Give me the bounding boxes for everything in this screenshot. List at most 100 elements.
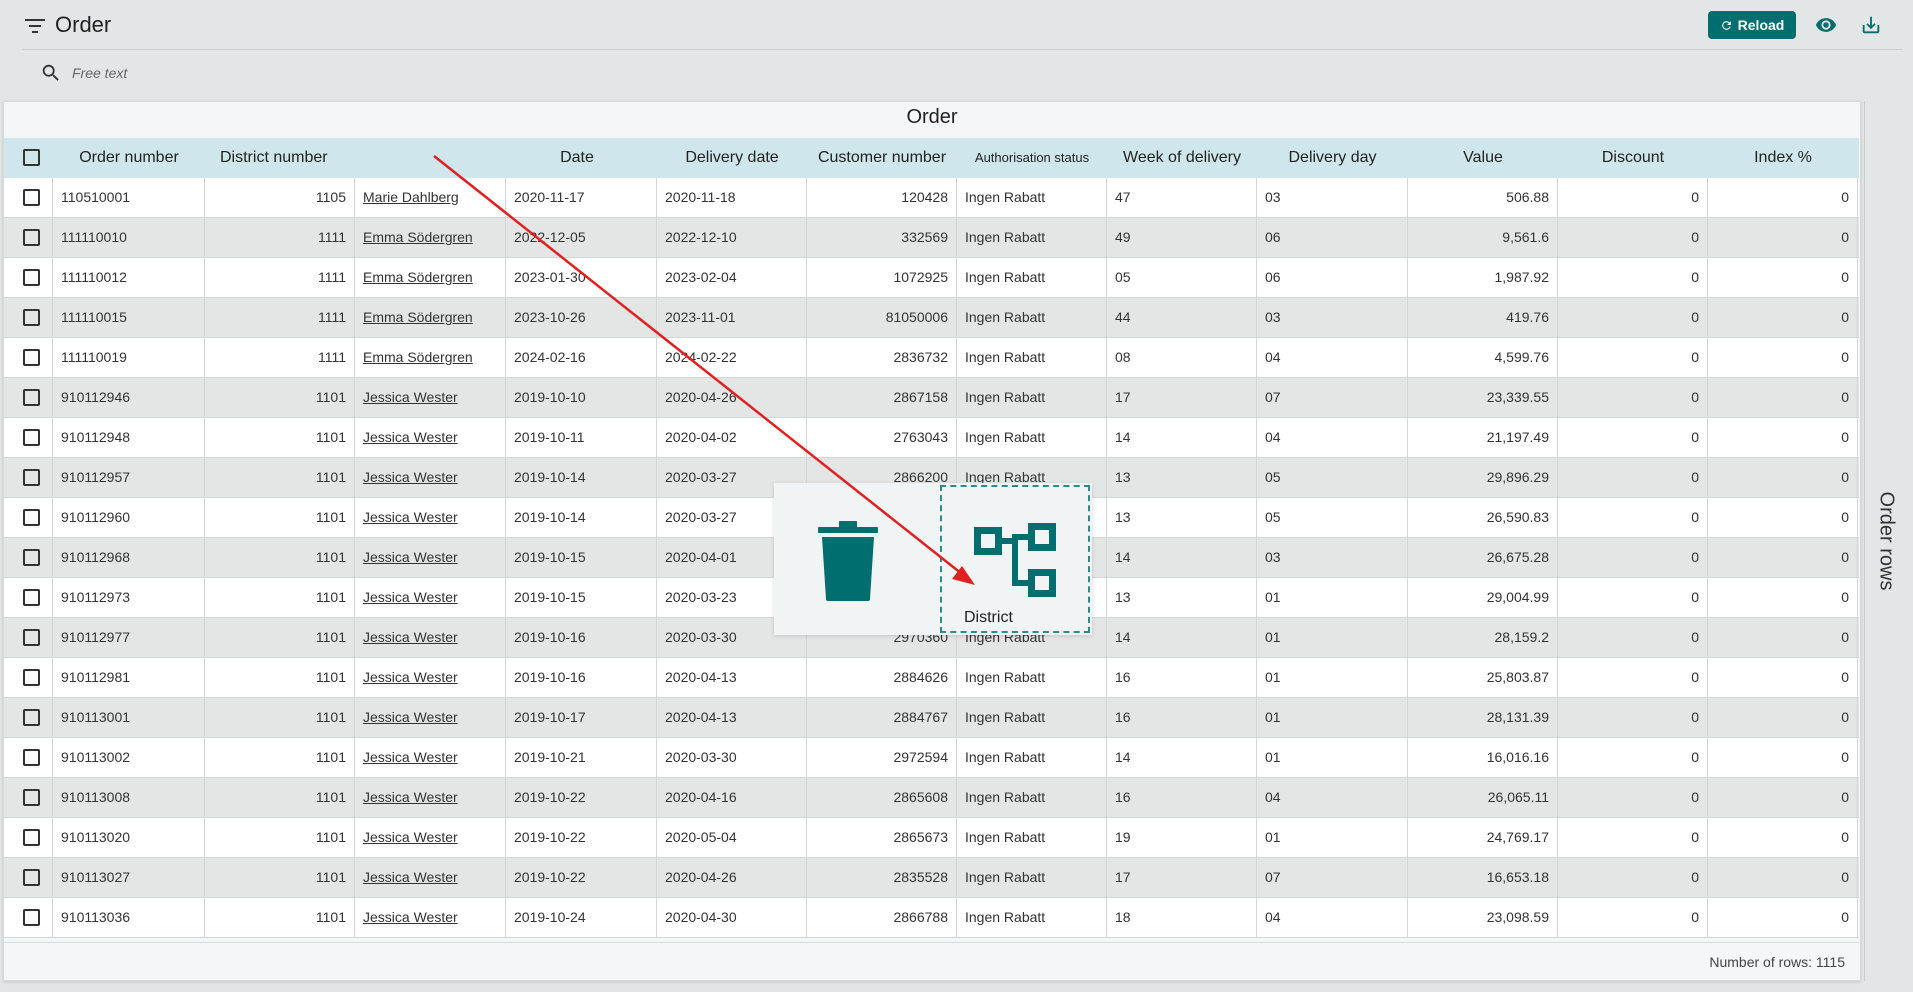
- table-cell: 0: [1558, 418, 1708, 458]
- table-row[interactable]: 111110012 1111 Emma Södergren 2023-01-30 202…: [4, 258, 1859, 298]
- table-cell: 0: [1708, 378, 1858, 418]
- row-checkbox[interactable]: [23, 389, 40, 406]
- district-name-link[interactable]: Jessica Wester: [355, 498, 506, 538]
- row-checkbox[interactable]: [23, 589, 40, 606]
- table-cell: 0: [1558, 258, 1708, 298]
- filter-icon[interactable]: [24, 17, 46, 35]
- search-input[interactable]: [70, 60, 670, 86]
- district-name-link[interactable]: Jessica Wester: [355, 378, 506, 418]
- table-cell: 29,004.99: [1408, 578, 1558, 618]
- row-checkbox[interactable]: [23, 669, 40, 686]
- column-header[interactable]: Discount: [1558, 138, 1708, 178]
- district-name-link[interactable]: Jessica Wester: [355, 778, 506, 818]
- district-name-link[interactable]: Jessica Wester: [355, 858, 506, 898]
- table-row[interactable]: 910113002 1101 Jessica Wester 2019-10-21 202…: [4, 738, 1859, 778]
- row-checkbox[interactable]: [23, 909, 40, 926]
- checkbox-cell: [4, 178, 53, 218]
- checkbox-cell: [4, 218, 53, 258]
- row-checkbox[interactable]: [23, 749, 40, 766]
- table-cell: 17: [1107, 378, 1257, 418]
- column-header[interactable]: Order number: [53, 138, 205, 178]
- table-row[interactable]: 910113008 1101 Jessica Wester 2019-10-22 202…: [4, 778, 1859, 818]
- reload-button[interactable]: Reload: [1708, 11, 1796, 39]
- table-row[interactable]: 910113027 1101 Jessica Wester 2019-10-22 202…: [4, 858, 1859, 898]
- table-row[interactable]: 910112981 1101 Jessica Wester 2019-10-16 202…: [4, 658, 1859, 698]
- district-name-link[interactable]: Emma Södergren: [355, 218, 506, 258]
- district-name-link[interactable]: Jessica Wester: [355, 618, 506, 658]
- table-cell: 1101: [205, 458, 355, 498]
- row-checkbox[interactable]: [23, 869, 40, 886]
- table-cell: 332569: [807, 218, 957, 258]
- row-checkbox[interactable]: [23, 829, 40, 846]
- table-cell: 1111: [205, 258, 355, 298]
- table-row[interactable]: 910113001 1101 Jessica Wester 2019-10-17 202…: [4, 698, 1859, 738]
- table-cell: 1101: [205, 538, 355, 578]
- row-checkbox[interactable]: [23, 269, 40, 286]
- table-cell: 910112960: [53, 498, 205, 538]
- row-checkbox[interactable]: [23, 189, 40, 206]
- download-icon[interactable]: [1860, 13, 1882, 37]
- row-checkbox[interactable]: [23, 349, 40, 366]
- order-rows-tab[interactable]: Order rows: [1864, 101, 1906, 981]
- table-cell: 910112957: [53, 458, 205, 498]
- table-footer: Number of rows: 1115: [4, 942, 1859, 980]
- row-checkbox[interactable]: [23, 789, 40, 806]
- table-cell: 0: [1558, 698, 1708, 738]
- district-name-link[interactable]: Emma Södergren: [355, 338, 506, 378]
- district-name-link[interactable]: Jessica Wester: [355, 658, 506, 698]
- table-cell: 13: [1107, 458, 1257, 498]
- table-row[interactable]: 111110015 1111 Emma Södergren 2023-10-26 202…: [4, 298, 1859, 338]
- district-name-link[interactable]: Emma Södergren: [355, 298, 506, 338]
- column-header[interactable]: Authorisation status: [957, 138, 1107, 178]
- row-checkbox[interactable]: [23, 709, 40, 726]
- row-checkbox[interactable]: [23, 549, 40, 566]
- table-cell: 04: [1257, 418, 1408, 458]
- table-cell: 2019-10-21: [506, 738, 657, 778]
- page-title: Order: [55, 12, 112, 37]
- table-cell: 120428: [807, 178, 957, 218]
- table-cell: 06: [1257, 218, 1408, 258]
- column-header[interactable]: Value: [1408, 138, 1558, 178]
- table-cell: 2019-10-24: [506, 898, 657, 938]
- column-header[interactable]: Date: [506, 138, 648, 178]
- column-header[interactable]: Customer number: [807, 138, 957, 178]
- district-name-link[interactable]: Marie Dahlberg: [355, 178, 506, 218]
- table-row[interactable]: 111110010 1111 Emma Södergren 2022-12-05 202…: [4, 218, 1859, 258]
- district-name-link[interactable]: Emma Södergren: [355, 258, 506, 298]
- district-name-link[interactable]: Jessica Wester: [355, 458, 506, 498]
- eye-icon[interactable]: [1813, 14, 1839, 36]
- column-header[interactable]: Index %: [1708, 138, 1858, 178]
- district-name-link[interactable]: Jessica Wester: [355, 578, 506, 618]
- column-header[interactable]: Week of delivery: [1107, 138, 1257, 178]
- table-row[interactable]: 110510001 1105 Marie Dahlberg 2020-11-17 202…: [4, 178, 1859, 218]
- table-row[interactable]: 910113020 1101 Jessica Wester 2019-10-22 202…: [4, 818, 1859, 858]
- column-header[interactable]: Delivery day: [1257, 138, 1408, 178]
- row-checkbox[interactable]: [23, 309, 40, 326]
- table-row[interactable]: 111110019 1111 Emma Södergren 2024-02-16 202…: [4, 338, 1859, 378]
- table-row[interactable]: 910112946 1101 Jessica Wester 2019-10-10 202…: [4, 378, 1859, 418]
- column-header[interactable]: District number: [220, 138, 400, 178]
- row-checkbox[interactable]: [23, 469, 40, 486]
- row-checkbox[interactable]: [23, 629, 40, 646]
- district-label: District: [964, 609, 1013, 626]
- row-checkbox[interactable]: [23, 509, 40, 526]
- row-checkbox[interactable]: [23, 229, 40, 246]
- table-cell: 13: [1107, 498, 1257, 538]
- column-header[interactable]: Delivery date: [657, 138, 807, 178]
- trash-icon[interactable]: [814, 521, 882, 601]
- checkbox-cell: [4, 858, 53, 898]
- table-row[interactable]: 910113036 1101 Jessica Wester 2019-10-24 202…: [4, 898, 1859, 938]
- checkbox-cell: [4, 618, 53, 658]
- district-name-link[interactable]: Jessica Wester: [355, 538, 506, 578]
- table-row[interactable]: 910112948 1101 Jessica Wester 2019-10-11 202…: [4, 418, 1859, 458]
- district-name-link[interactable]: Jessica Wester: [355, 738, 506, 778]
- district-name-link[interactable]: Jessica Wester: [355, 698, 506, 738]
- district-name-link[interactable]: Jessica Wester: [355, 818, 506, 858]
- table-cell: Ingen Rabatt: [957, 338, 1107, 378]
- table-cell: 0: [1708, 418, 1858, 458]
- row-checkbox[interactable]: [23, 429, 40, 446]
- district-name-link[interactable]: Jessica Wester: [355, 418, 506, 458]
- select-all-checkbox[interactable]: [23, 149, 40, 166]
- district-name-link[interactable]: Jessica Wester: [355, 898, 506, 938]
- district-drop-target[interactable]: District: [940, 485, 1090, 633]
